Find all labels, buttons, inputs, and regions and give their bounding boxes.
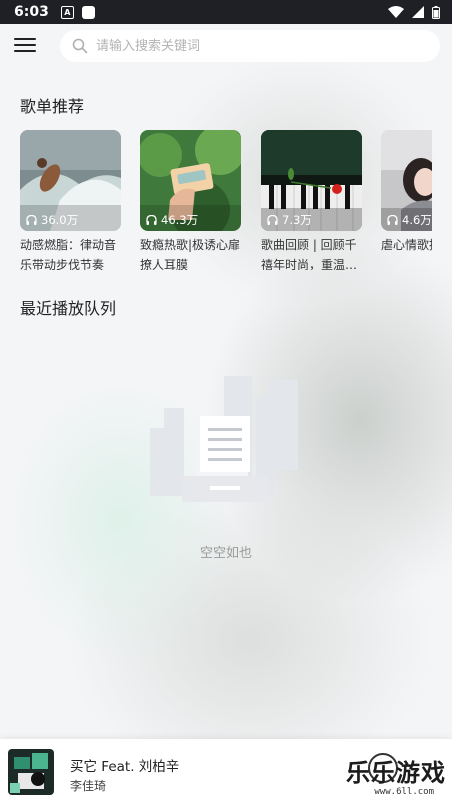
album-art-image [8,749,54,795]
playlist-cover[interactable]: 36.0万 [20,130,121,231]
play-count: 4.6万 [387,212,432,228]
playlist-title[interactable]: 歌曲回顾 | 回顾千禧年时尚，重温… [261,235,362,270]
top-bar [0,30,452,62]
signal-icon [412,6,424,18]
menu-button[interactable] [14,38,36,54]
artist-name[interactable]: 李佳琦 [70,777,106,794]
playlist-cover[interactable]: 46.3万 [140,130,241,231]
play-count-text: 4.6万 [402,213,432,227]
empty-document-icon [150,376,298,502]
search-bar[interactable] [60,30,440,62]
notification-square-icon [81,5,95,19]
watermark-brand: 乐乐游戏 [346,759,446,787]
headphones-icon [267,215,278,225]
song-title[interactable]: 买它 Feat. 刘柏辛 [70,755,179,775]
play-count-text: 36.0万 [41,213,79,227]
headphones-icon [26,215,37,225]
mini-player[interactable]: 买它 Feat. 刘柏辛 李佳琦 乐乐游戏 www.6ll.com [0,739,452,805]
headphones-icon [146,215,157,225]
playlist-cover[interactable]: 4.6万 [381,130,432,231]
playlist-cover[interactable]: 7.3万 [261,130,362,231]
watermark: 乐乐游戏 www.6ll.com [346,749,446,803]
play-count-text: 7.3万 [282,213,312,227]
headphones-icon [387,215,398,225]
menu-icon-line [14,38,36,40]
menu-icon-line [14,50,36,52]
queue-section-title: 最近播放队列 [20,299,117,318]
status-bar: 6:03 A [0,0,452,24]
playlist-card[interactable]: 4.6万 虐心情歌接的爱却 [381,130,432,270]
playlist-title[interactable]: 动感燃脂：律动音乐带动步伐节奏 [20,235,121,270]
notification-a-icon: A [60,5,74,19]
playlist-card[interactable]: 36.0万 动感燃脂：律动音乐带动步伐节奏 [20,130,121,270]
search-input[interactable] [94,37,398,55]
menu-icon-line [14,44,36,46]
playlist-carousel[interactable]: 36.0万 动感燃脂：律动音乐带动步伐节奏 46.3万 致瘾热歌|极诱心扉撩人耳… [20,130,432,270]
search-icon [72,38,88,54]
wifi-icon [388,6,404,18]
playlist-card[interactable]: 7.3万 歌曲回顾 | 回顾千禧年时尚，重温… [261,130,362,270]
playlist-card[interactable]: 46.3万 致瘾热歌|极诱心扉撩人耳膜 [140,130,241,270]
play-count: 7.3万 [267,212,312,228]
playlist-section-title: 歌单推荐 [20,97,85,116]
play-count: 46.3万 [146,212,198,228]
play-count: 36.0万 [26,212,78,228]
status-time: 6:03 [14,4,49,20]
watermark-url: www.6ll.com [374,787,434,797]
play-count-text: 46.3万 [161,213,199,227]
album-thumbnail[interactable] [8,749,54,795]
empty-queue-text: 空空如也 [199,546,252,561]
battery-icon [432,5,440,19]
playlist-title[interactable]: 致瘾热歌|极诱心扉撩人耳膜 [140,235,241,270]
playlist-title[interactable]: 虐心情歌接的爱却 [381,235,432,270]
